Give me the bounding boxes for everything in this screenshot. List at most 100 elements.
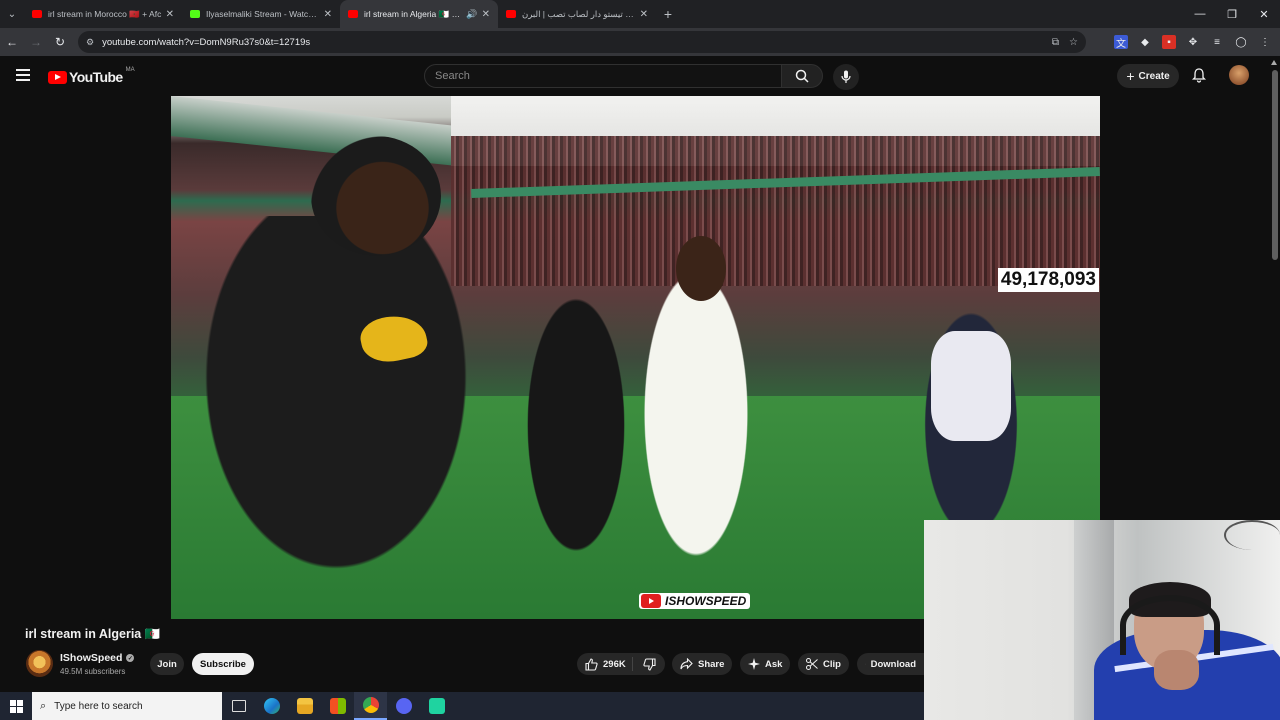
youtube-play-icon xyxy=(48,70,67,84)
ask-button[interactable]: Ask xyxy=(740,653,791,675)
video-title: irl stream in Algeria 🇩🇿 xyxy=(25,627,161,641)
headset-icon xyxy=(1120,595,1220,655)
tab-title: irl stream in Algeria 🇩🇿 - Yo xyxy=(364,8,463,19)
tab-search-icon[interactable]: ⌄ xyxy=(0,0,24,28)
store-icon[interactable] xyxy=(321,692,354,720)
media-control-icon[interactable]: ≡ xyxy=(1210,35,1224,49)
site-info-icon[interactable]: ⚙ xyxy=(86,37,94,48)
back-icon[interactable]: ← xyxy=(0,28,24,56)
profile-icon[interactable]: ◯ xyxy=(1234,35,1248,49)
youtube-favicon-icon xyxy=(348,10,358,18)
chrome-menu-icon[interactable]: ⋮ xyxy=(1258,35,1272,49)
taskbar-search-placeholder: Type here to search xyxy=(54,700,143,712)
install-app-icon[interactable]: ⧉ xyxy=(1052,37,1059,48)
account-avatar[interactable] xyxy=(1229,65,1249,85)
kick-favicon-icon xyxy=(190,10,200,18)
new-tab-button[interactable]: + xyxy=(656,6,680,22)
browser-tab-strip: ⌄ irl stream in Morocco 🇲🇦 + Afc ✕ Ilyas… xyxy=(0,0,1280,28)
discord-icon[interactable] xyxy=(387,692,420,720)
close-tab-icon[interactable]: ✕ xyxy=(482,9,490,20)
channel-name[interactable]: IShowSpeed xyxy=(60,652,122,664)
dislike-button[interactable] xyxy=(633,657,665,671)
lamp-shape xyxy=(1224,520,1280,550)
download-label: Download xyxy=(870,658,916,670)
like-count: 296K xyxy=(603,658,626,670)
youtube-logo[interactable]: YouTube MA xyxy=(48,67,135,85)
tab-title: irl stream in Morocco 🇲🇦 + Afc xyxy=(48,8,162,19)
plus-icon: + xyxy=(1126,68,1135,84)
browser-tab[interactable]: Ilyaselmaliki Stream - Watch Li ✕ xyxy=(182,0,340,28)
verified-check-icon: ✓ xyxy=(126,654,135,662)
share-button[interactable]: Share xyxy=(672,653,733,675)
taskbar-search-input[interactable]: ⌕ Type here to search xyxy=(32,692,222,720)
channel-avatar[interactable] xyxy=(26,650,53,677)
share-icon xyxy=(680,658,693,670)
sparkle-icon xyxy=(748,658,760,670)
scroll-up-arrow-icon[interactable] xyxy=(1271,60,1277,65)
browser-tab[interactable]: irl stream in Morocco 🇲🇦 + Afc ✕ xyxy=(24,0,182,28)
youtube-header: YouTube MA Search + Create xyxy=(0,56,1280,96)
chrome-icon[interactable] xyxy=(354,692,387,720)
youtube-play-icon xyxy=(641,594,661,608)
person-head xyxy=(311,136,441,256)
app-icon[interactable] xyxy=(420,692,453,720)
close-tab-icon[interactable]: ✕ xyxy=(640,9,648,20)
forward-icon[interactable]: → xyxy=(24,28,48,56)
windows-start-button[interactable] xyxy=(0,692,32,720)
browser-tab[interactable]: عمر تيستو دار لصاب تصب | البرن ✕ xyxy=(498,0,656,28)
voice-search-button[interactable] xyxy=(833,64,859,90)
minimize-icon[interactable]: — xyxy=(1184,0,1216,28)
subscriber-count: 49.5M subscribers xyxy=(60,667,126,676)
page-scrollbar[interactable] xyxy=(1272,70,1278,260)
extension-icon[interactable]: ◆ xyxy=(1138,35,1152,49)
tab-title: عمر تيستو دار لصاب تصب | البرن xyxy=(522,8,636,19)
youtube-favicon-icon xyxy=(506,10,516,18)
edge-icon[interactable] xyxy=(255,692,288,720)
search-input[interactable]: Search xyxy=(424,64,782,88)
search-button[interactable] xyxy=(781,64,823,88)
country-code: MA xyxy=(125,67,135,73)
menu-icon[interactable] xyxy=(16,69,30,81)
extensions-puzzle-icon[interactable]: ✥ xyxy=(1186,35,1200,49)
watermark-text: ISHOWSPEED xyxy=(665,594,747,608)
join-button[interactable]: Join xyxy=(150,653,184,675)
share-label: Share xyxy=(698,658,725,670)
translate-extension-icon[interactable]: 文 xyxy=(1114,35,1128,50)
channel-name-row[interactable]: IShowSpeed ✓ xyxy=(60,652,135,664)
streamer-hand xyxy=(1154,650,1199,690)
person-figure xyxy=(621,246,771,619)
address-bar[interactable]: ⚙ youtube.com/watch?v=DomN9Ru37s0&t=1271… xyxy=(78,31,1086,53)
notifications-button[interactable] xyxy=(1191,68,1207,88)
like-button[interactable]: 296K xyxy=(577,657,633,671)
ask-label: Ask xyxy=(765,658,783,670)
microphone-icon xyxy=(841,70,851,83)
clip-button[interactable]: Clip xyxy=(798,653,849,675)
subscribe-button[interactable]: Subscribe xyxy=(192,653,254,675)
search-icon: ⌕ xyxy=(40,699,47,712)
windows-taskbar: ⌕ Type here to search xyxy=(0,692,924,720)
scissors-icon xyxy=(806,658,818,670)
reload-icon[interactable]: ↻ xyxy=(48,28,72,56)
file-explorer-icon[interactable] xyxy=(288,692,321,720)
person-figure xyxy=(171,216,501,619)
close-tab-icon[interactable]: ✕ xyxy=(324,9,332,20)
download-button[interactable]: Download xyxy=(857,653,924,675)
restore-icon[interactable]: ❐ xyxy=(1216,0,1248,28)
bookmark-star-icon[interactable]: ☆ xyxy=(1069,37,1078,48)
tab-title: Ilyaselmaliki Stream - Watch Li xyxy=(206,9,320,19)
task-view-icon[interactable] xyxy=(222,692,255,720)
windows-logo-icon xyxy=(9,699,23,713)
extension-red-icon[interactable]: ▪ xyxy=(1162,35,1176,49)
create-button[interactable]: + Create xyxy=(1117,64,1179,88)
bell-icon xyxy=(1191,68,1207,83)
browser-tab-active[interactable]: irl stream in Algeria 🇩🇿 - Yo 🔊 ✕ xyxy=(340,0,498,28)
youtube-favicon-icon xyxy=(32,10,42,18)
close-window-icon[interactable]: ✕ xyxy=(1248,0,1280,28)
download-icon xyxy=(865,663,866,665)
close-tab-icon[interactable]: ✕ xyxy=(166,9,174,20)
speaker-icon[interactable]: 🔊 xyxy=(466,9,477,20)
create-label: Create xyxy=(1138,70,1170,82)
person-head xyxy=(676,236,726,301)
jacket xyxy=(931,331,1011,441)
logo-text: YouTube xyxy=(69,69,123,85)
